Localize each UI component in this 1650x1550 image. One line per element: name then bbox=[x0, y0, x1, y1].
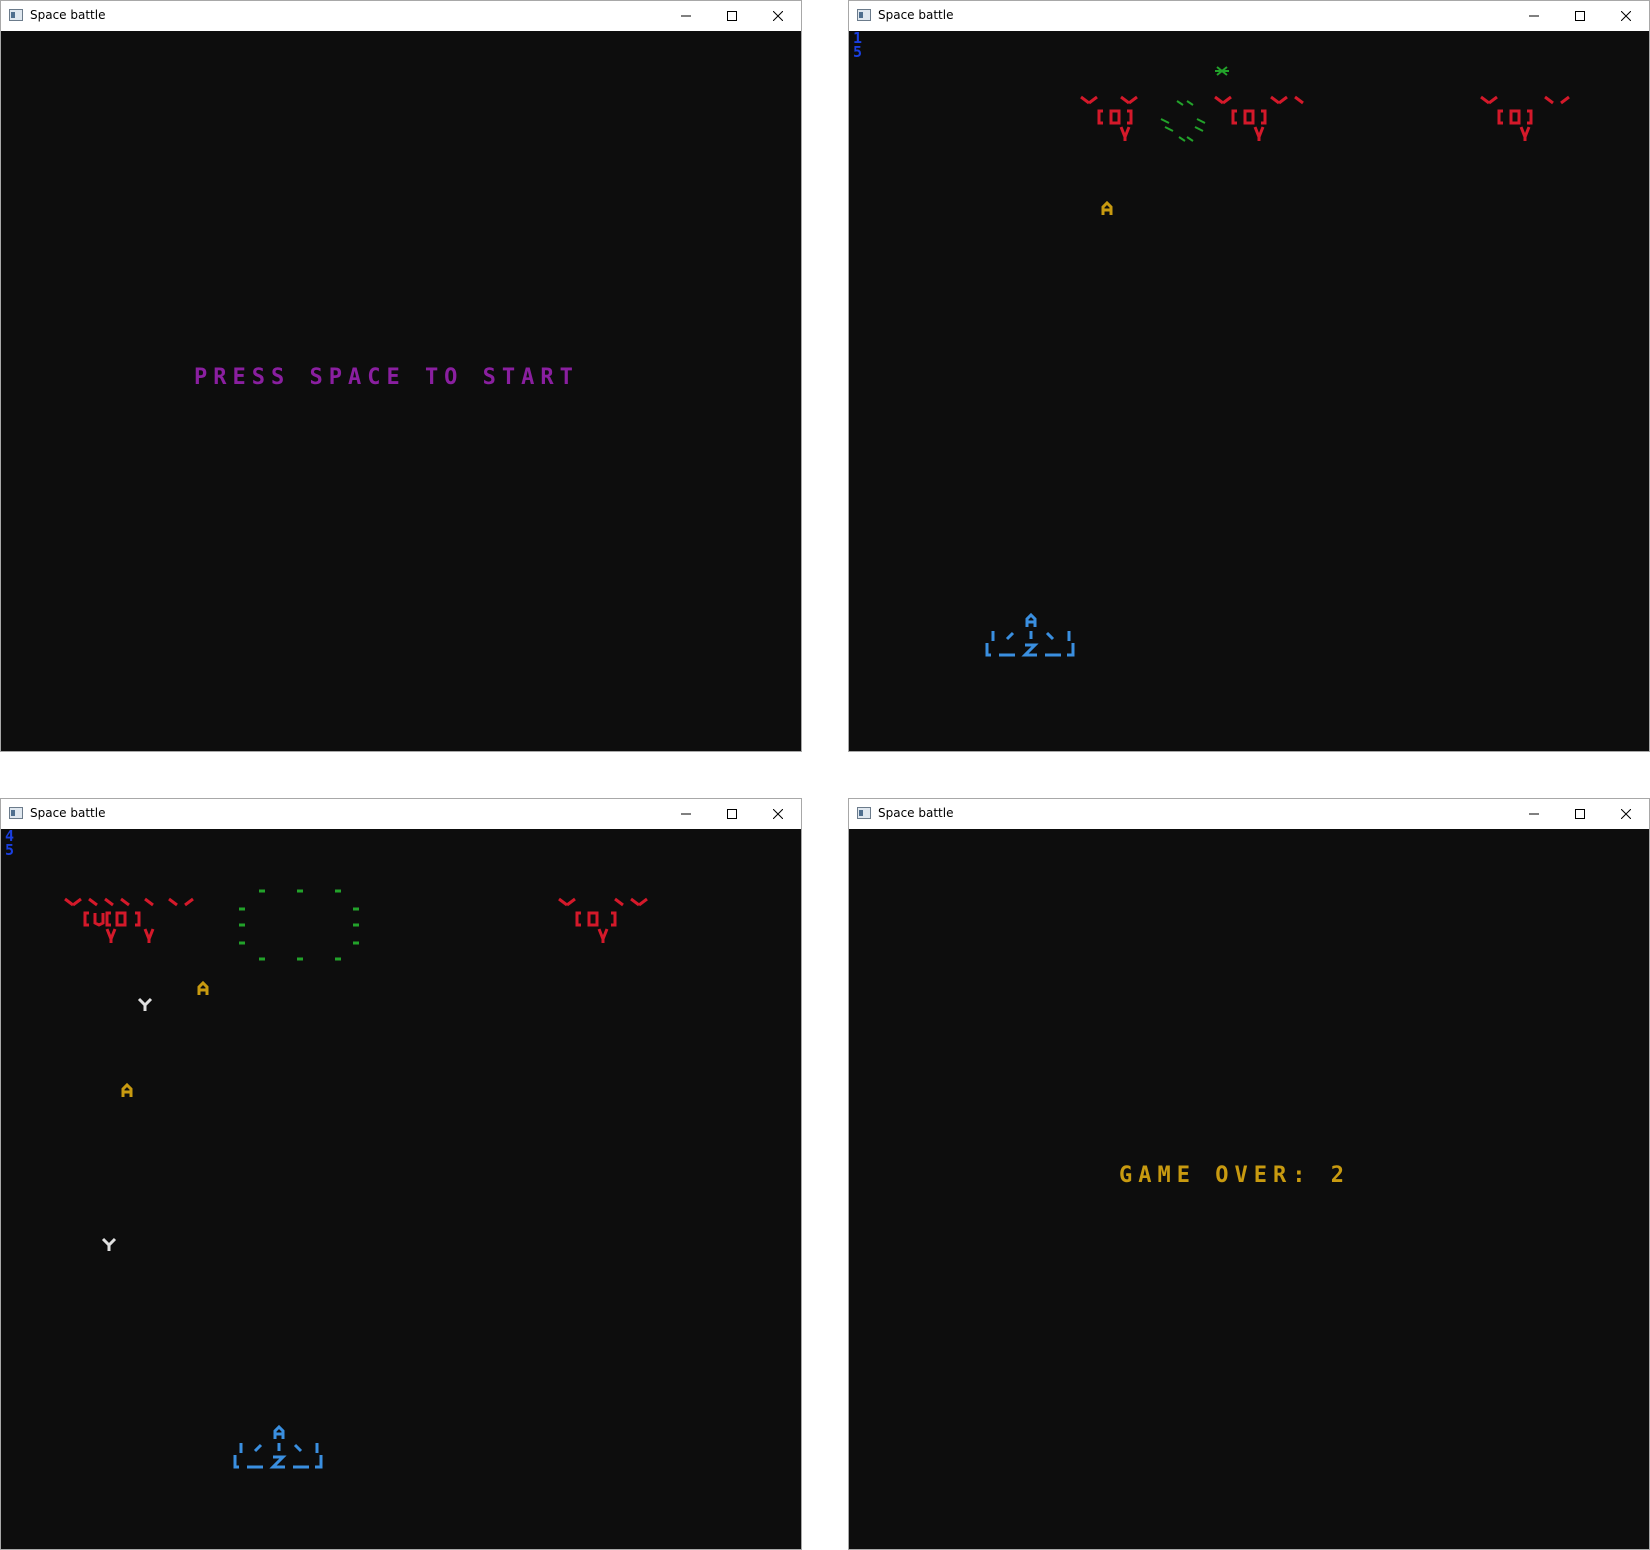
player-missile bbox=[1101, 200, 1113, 215]
play-field bbox=[64, 889, 648, 1469]
title-bar[interactable]: Space battle bbox=[1, 799, 801, 829]
title-bar[interactable]: Space battle bbox=[849, 1, 1649, 31]
app-icon bbox=[9, 9, 23, 21]
explosion bbox=[1160, 66, 1229, 142]
player-missile bbox=[121, 1082, 133, 1097]
minimize-icon bbox=[1529, 813, 1539, 815]
enemy-bomb bbox=[137, 997, 153, 1011]
minimize-icon bbox=[681, 15, 691, 17]
game-window: Space battle 4 5 bbox=[0, 798, 802, 1550]
game-over-message: GAME OVER: 2 bbox=[1119, 1163, 1350, 1188]
enemy-ship bbox=[558, 897, 648, 944]
enemy-ship bbox=[64, 897, 194, 944]
maximize-icon bbox=[727, 809, 737, 819]
maximize-button[interactable] bbox=[1557, 1, 1603, 31]
close-icon bbox=[773, 809, 783, 819]
close-button[interactable] bbox=[1603, 1, 1649, 31]
player-ship bbox=[985, 612, 1075, 657]
close-button[interactable] bbox=[755, 1, 801, 31]
maximize-button[interactable] bbox=[709, 1, 755, 31]
game-window: Space battle GAME OVER: 2 bbox=[848, 798, 1650, 1550]
enemy-ship bbox=[1214, 95, 1304, 142]
game-canvas[interactable]: 1 5 bbox=[849, 31, 1649, 751]
enemy-bomb bbox=[101, 1237, 117, 1251]
explosion bbox=[239, 889, 359, 961]
game-canvas[interactable]: GAME OVER: 2 bbox=[849, 829, 1649, 1549]
maximize-icon bbox=[727, 11, 737, 21]
minimize-icon bbox=[1529, 15, 1539, 17]
minimize-button[interactable] bbox=[663, 1, 709, 31]
enemy-ship bbox=[1480, 95, 1570, 142]
window-title: Space battle bbox=[878, 806, 954, 820]
maximize-icon bbox=[1575, 809, 1585, 819]
player-missile bbox=[197, 980, 209, 995]
close-icon bbox=[773, 11, 783, 21]
game-canvas[interactable]: PRESS SPACE TO START bbox=[1, 31, 801, 751]
app-icon bbox=[9, 807, 23, 819]
app-icon bbox=[857, 9, 871, 21]
close-icon bbox=[1621, 809, 1631, 819]
minimize-icon bbox=[681, 813, 691, 815]
maximize-button[interactable] bbox=[1557, 799, 1603, 829]
minimize-button[interactable] bbox=[1511, 1, 1557, 31]
title-bar[interactable]: Space battle bbox=[1, 1, 801, 31]
close-button[interactable] bbox=[755, 799, 801, 829]
title-bar[interactable]: Space battle bbox=[849, 799, 1649, 829]
start-message: PRESS SPACE TO START bbox=[194, 365, 579, 390]
window-title: Space battle bbox=[30, 806, 106, 820]
enemy-ship bbox=[1080, 95, 1138, 142]
player-ship bbox=[233, 1424, 323, 1469]
play-field bbox=[985, 66, 1570, 657]
app-icon bbox=[857, 807, 871, 819]
window-title: Space battle bbox=[878, 8, 954, 22]
game-canvas[interactable]: 4 5 bbox=[1, 829, 801, 1549]
maximize-icon bbox=[1575, 11, 1585, 21]
close-button[interactable] bbox=[1603, 799, 1649, 829]
minimize-button[interactable] bbox=[663, 799, 709, 829]
minimize-button[interactable] bbox=[1511, 799, 1557, 829]
maximize-button[interactable] bbox=[709, 799, 755, 829]
close-icon bbox=[1621, 11, 1631, 21]
window-title: Space battle bbox=[30, 8, 106, 22]
game-window: Space battle 1 5 bbox=[848, 0, 1650, 752]
game-window: Space battle PRESS SPACE TO START bbox=[0, 0, 802, 752]
